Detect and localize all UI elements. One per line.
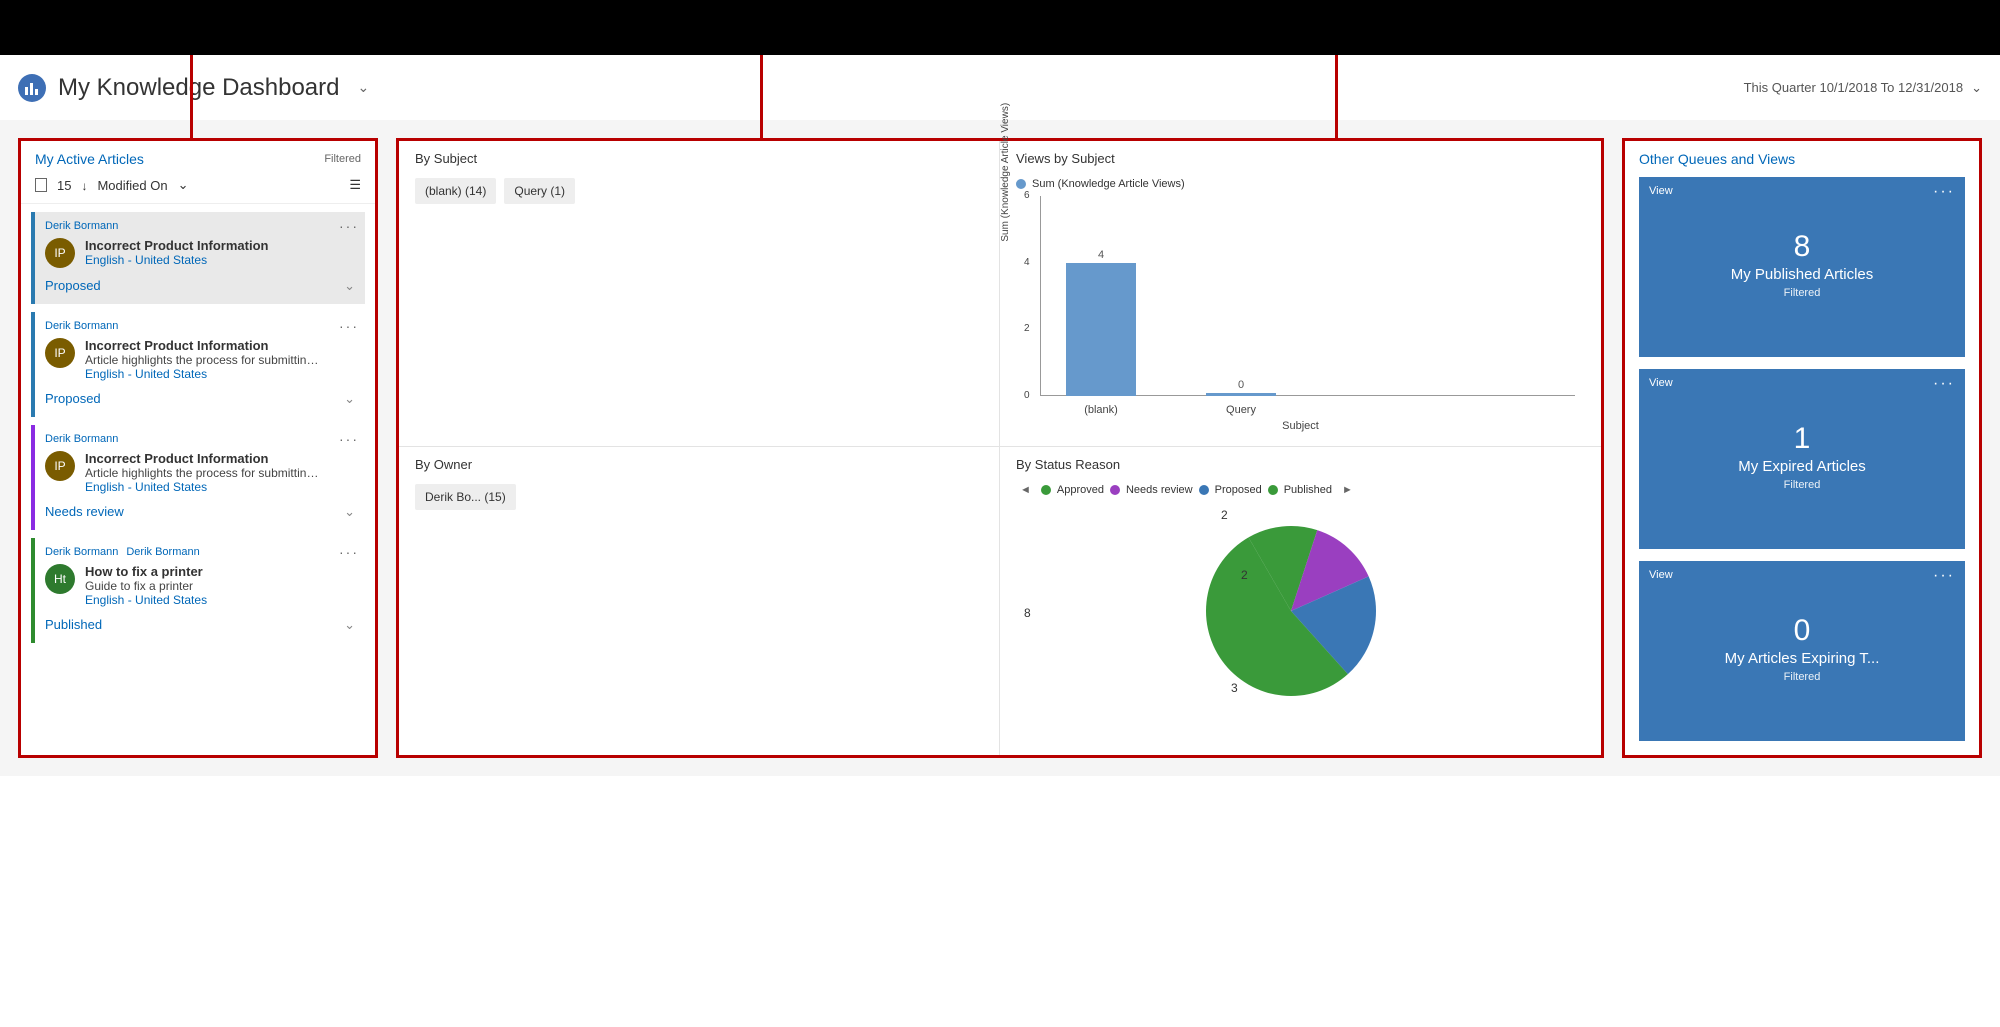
tile-caption: My Published Articles — [1731, 266, 1874, 283]
item-title: How to fix a printer — [85, 564, 207, 579]
avatar: IP — [45, 238, 75, 268]
charts-panel: By Subject (blank) (14)Query (1) Views b… — [396, 138, 1604, 758]
more-icon[interactable]: ··· — [339, 318, 359, 334]
tile-filtered-label: Filtered — [1784, 479, 1821, 491]
chevron-down-icon[interactable]: ⌄ — [344, 278, 355, 294]
date-range-selector[interactable]: This Quarter 10/1/2018 To 12/31/2018 ⌄ — [1744, 80, 1982, 96]
document-icon — [35, 178, 47, 192]
chevron-down-icon: ⌄ — [1971, 80, 1982, 96]
item-owner[interactable]: Derik Bormann — [45, 433, 355, 445]
tile-filtered-label: Filtered — [1784, 287, 1821, 299]
chevron-down-icon[interactable]: ⌄ — [344, 391, 355, 407]
avatar: Ht — [45, 564, 75, 594]
tile-caption: My Expired Articles — [1738, 458, 1866, 475]
chart-by-subject: By Subject (blank) (14)Query (1) — [399, 141, 1000, 447]
tile[interactable]: View ··· 0 My Articles Expiring T... Fil… — [1639, 561, 1965, 741]
tile-count: 0 — [1794, 614, 1811, 648]
legend-dot-icon — [1110, 485, 1120, 495]
item-owner[interactable]: Derik Bormann — [45, 220, 355, 232]
item-owner[interactable]: Derik BormannDerik Bormann — [45, 546, 355, 558]
bar[interactable] — [1206, 393, 1276, 396]
tile[interactable]: View ··· 8 My Published Articles Filtere… — [1639, 177, 1965, 357]
tile[interactable]: View ··· 1 My Expired Articles Filtered — [1639, 369, 1965, 549]
tiles-title[interactable]: Other Queues and Views — [1625, 141, 1979, 177]
filter-tag[interactable]: Derik Bo... (15) — [415, 484, 516, 510]
item-title: Incorrect Product Information — [85, 238, 268, 253]
sort-direction-icon[interactable] — [81, 178, 87, 193]
tile-count: 8 — [1794, 230, 1811, 264]
stream-count: 15 — [57, 178, 71, 193]
stream-item[interactable]: Derik Bormann ··· IP Incorrect Product I… — [31, 425, 365, 530]
legend-dot-icon — [1268, 485, 1278, 495]
filter-tag[interactable]: Query (1) — [504, 178, 575, 204]
bar[interactable] — [1066, 263, 1136, 396]
annotation-bar — [0, 0, 2000, 55]
item-language: English - United States — [85, 253, 268, 267]
pie-value-label: 3 — [1231, 681, 1238, 695]
sort-field[interactable]: Modified On — [97, 178, 167, 193]
more-icon[interactable]: ··· — [1933, 375, 1955, 393]
list-settings-icon[interactable]: ☰ — [349, 177, 361, 193]
stream-item[interactable]: Derik BormannDerik Bormann ··· Ht How to… — [31, 538, 365, 643]
chevron-down-icon[interactable]: ⌄ — [344, 617, 355, 633]
item-subtitle: Article highlights the process for submi… — [85, 353, 325, 367]
more-icon[interactable]: ··· — [339, 544, 359, 560]
tile-count: 1 — [1794, 422, 1811, 456]
item-owner[interactable]: Derik Bormann — [45, 320, 355, 332]
item-title: Incorrect Product Information — [85, 338, 325, 353]
tile-caption: My Articles Expiring T... — [1725, 650, 1880, 667]
stream-title[interactable]: My Active Articles — [35, 151, 144, 167]
stream-item[interactable]: Derik Bormann ··· IP Incorrect Product I… — [31, 312, 365, 417]
item-status: Published — [45, 617, 102, 633]
chart-by-owner: By Owner Derik Bo... (15) — [399, 447, 1000, 756]
tile-type: View — [1649, 569, 1673, 581]
more-icon[interactable]: ··· — [1933, 567, 1955, 585]
stream-item[interactable]: Derik Bormann ··· IP Incorrect Product I… — [31, 212, 365, 304]
dashboard-dropdown[interactable]: ⌄ — [358, 79, 370, 96]
chart-by-status-reason: By Status Reason ◄ApprovedNeeds reviewPr… — [1000, 447, 1601, 756]
item-language: English - United States — [85, 480, 325, 494]
avatar: IP — [45, 451, 75, 481]
tile-type: View — [1649, 377, 1673, 389]
legend-dot-icon — [1016, 179, 1026, 189]
item-status: Proposed — [45, 391, 101, 407]
legend-dot-icon — [1199, 485, 1209, 495]
pie-value-label: 8 — [1024, 606, 1031, 620]
more-icon[interactable]: ··· — [339, 218, 359, 234]
item-language: English - United States — [85, 367, 325, 381]
more-icon[interactable]: ··· — [339, 431, 359, 447]
item-title: Incorrect Product Information — [85, 451, 325, 466]
chevron-down-icon[interactable]: ⌄ — [344, 504, 355, 520]
avatar: IP — [45, 338, 75, 368]
item-subtitle: Article highlights the process for submi… — [85, 466, 325, 480]
more-icon[interactable]: ··· — [1933, 183, 1955, 201]
dashboard-title: My Knowledge Dashboard — [58, 74, 340, 102]
item-status: Needs review — [45, 504, 124, 520]
filter-tag[interactable]: (blank) (14) — [415, 178, 496, 204]
chart-views-by-subject: Views by Subject Sum (Knowledge Article … — [1000, 141, 1601, 447]
tiles-panel: Other Queues and Views View ··· 8 My Pub… — [1622, 138, 1982, 758]
item-subtitle: Guide to fix a printer — [85, 579, 207, 593]
chevron-down-icon[interactable]: ⌄ — [178, 177, 189, 193]
legend-dot-icon — [1041, 485, 1051, 495]
tile-type: View — [1649, 185, 1673, 197]
legend-prev-icon[interactable]: ◄ — [1016, 484, 1035, 496]
legend-next-icon[interactable]: ► — [1338, 484, 1357, 496]
pie-chart[interactable] — [1171, 501, 1431, 731]
stream-filtered-label: Filtered — [324, 153, 361, 165]
item-status: Proposed — [45, 278, 101, 294]
stream-panel: My Active Articles Filtered 15 Modified … — [18, 138, 378, 758]
tile-filtered-label: Filtered — [1784, 671, 1821, 683]
stream-list[interactable]: Derik Bormann ··· IP Incorrect Product I… — [21, 203, 375, 735]
item-language: English - United States — [85, 593, 207, 607]
pie-value-label: 2 — [1221, 508, 1228, 522]
pie-value-label: 2 — [1241, 568, 1248, 582]
dashboard-icon — [18, 74, 46, 102]
